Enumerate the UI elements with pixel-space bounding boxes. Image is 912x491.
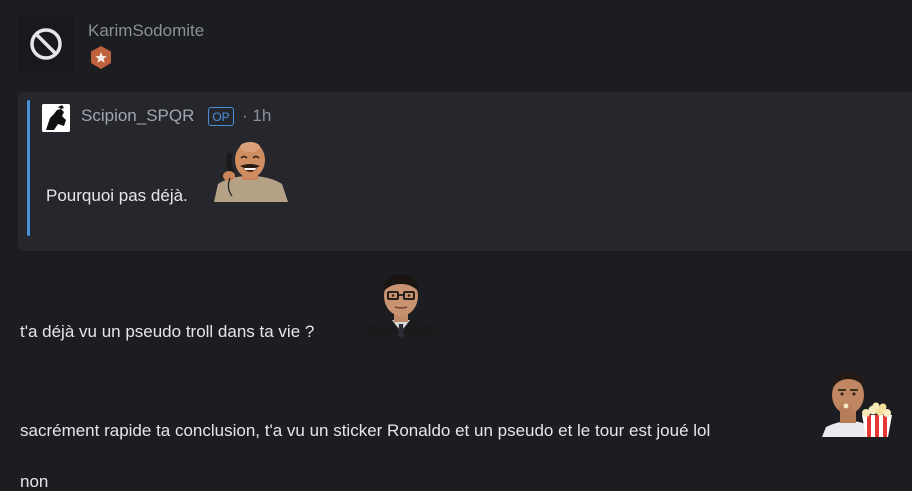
quote-author-name[interactable]: Scipion_SPQR [81, 106, 194, 126]
message-line-1: t'a déjà vu un pseudo troll dans ta vie … [20, 322, 315, 341]
silhouette-avatar-icon [42, 104, 70, 132]
star-shield-icon [91, 46, 111, 69]
author-avatar[interactable] [18, 16, 74, 72]
message-line-2: sacrément rapide ta conclusion, t'a vu u… [20, 421, 711, 440]
op-badge: OP [208, 107, 234, 126]
glasses-boy-suit-sticker [360, 274, 442, 338]
quote-text: Pourquoi pas déjà. [46, 186, 188, 205]
author-username[interactable]: KarimSodomite [88, 21, 204, 41]
quote-author-avatar[interactable] [42, 104, 70, 132]
message-line-3: non [20, 472, 49, 491]
quote-accent-bar [27, 100, 30, 236]
quoted-post: Scipion_SPQR OP · 1h Pourquoi pas déjà. [18, 92, 912, 251]
forum-post: KarimSodomite Scipion_SPQR OP · 1h Pourq… [0, 0, 912, 491]
ronaldo-popcorn-sticker [822, 372, 892, 437]
laughing-man-phone-sticker [214, 142, 288, 202]
banned-circle-icon [30, 28, 62, 60]
quote-timestamp: · 1h [242, 106, 272, 125]
